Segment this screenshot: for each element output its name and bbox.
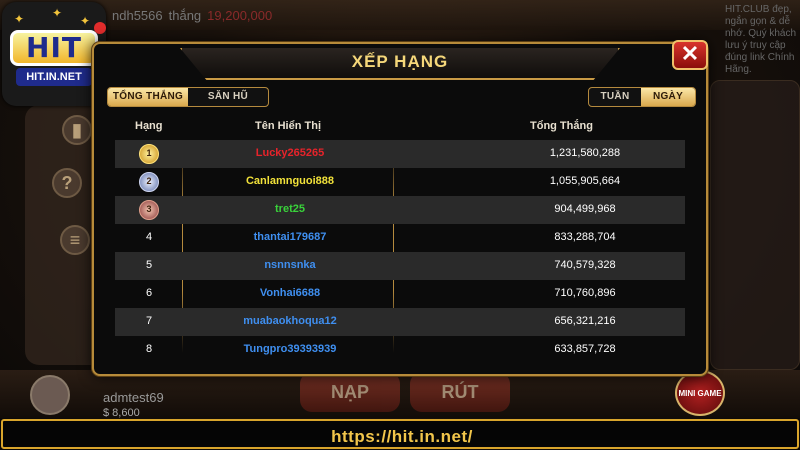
tab-week[interactable]: TUẦN: [589, 88, 641, 106]
document-icon[interactable]: ≡: [60, 225, 90, 255]
logo-domain: HIT.IN.NET: [16, 68, 92, 86]
winner-ticker: ndh5566 thắng 19,200,000: [112, 8, 272, 23]
player-name: Canlamnguoi888: [245, 175, 335, 187]
logo-word: HIT: [10, 30, 98, 66]
table-row[interactable]: 3 tret25 904,499,968: [115, 196, 685, 224]
withdraw-button[interactable]: RÚT: [410, 372, 510, 412]
table-row[interactable]: 4 thantai179687 833,288,704: [115, 224, 685, 252]
notice-text: HIT.CLUB đẹp, ngắn gọn & dễ nhớ. Quý khá…: [725, 4, 797, 75]
player-name: tret25: [275, 203, 305, 215]
player-name: Tungpro39393939: [243, 343, 337, 355]
player-name: nsnnsnka: [264, 259, 316, 271]
silver-medal-icon: 2: [139, 172, 159, 192]
tab-day[interactable]: NGÀY: [641, 88, 695, 106]
hit-logo: ✦ ✦ ✦ HIT HIT.IN.NET: [2, 2, 106, 106]
total-wins: 710,760,896: [554, 287, 616, 299]
table-row[interactable]: 6 Vonhai6688 710,760,896: [115, 280, 685, 308]
balance: $ 8,600: [103, 407, 140, 419]
rank-number: 6: [145, 287, 153, 299]
total-wins: 1,055,905,664: [549, 175, 621, 187]
total-wins: 904,499,968: [554, 203, 616, 215]
gold-medal-icon: 1: [139, 144, 159, 164]
dialog-title: XẾP HẠNG: [351, 52, 449, 71]
bronze-medal-icon: 3: [139, 200, 159, 220]
total-wins: 656,321,216: [554, 315, 616, 327]
sparkle-icon: ✦: [80, 14, 91, 28]
rank-number: 4: [145, 231, 153, 243]
total-wins: 833,288,704: [554, 231, 616, 243]
minigame-button[interactable]: MINI GAME: [675, 370, 725, 416]
sparkle-icon: ✦: [52, 6, 63, 20]
tab-total-wins[interactable]: TỔNG THẮNG: [108, 88, 188, 106]
ticker-word: thắng: [168, 8, 202, 23]
column-rank: Hạng: [135, 120, 163, 132]
help-icon[interactable]: ?: [52, 168, 82, 198]
column-total: Tổng Thắng: [530, 120, 593, 132]
column-name: Tên Hiển Thị: [255, 120, 321, 132]
url-bar: https://hit.in.net/: [1, 419, 799, 449]
category-tabs: TỔNG THẮNG SĂN HŨ: [107, 87, 269, 107]
leaderboard-table: Hạng Tên Hiển Thị Tổng Thắng 1 Lucky2652…: [115, 113, 695, 356]
rank-number: 5: [145, 259, 153, 271]
username: admtest69: [103, 390, 164, 405]
table-row[interactable]: 1 Lucky265265 1,231,580,288: [115, 140, 685, 168]
table-header: Hạng Tên Hiển Thị Tổng Thắng: [115, 113, 695, 138]
table-row[interactable]: 2 Canlamnguoi888 1,055,905,664: [115, 168, 685, 196]
sparkle-icon: ✦: [14, 12, 25, 26]
deposit-button[interactable]: NẠP: [300, 372, 400, 412]
player-name: thantai179687: [253, 231, 327, 243]
close-icon[interactable]: ✕: [672, 40, 708, 70]
table-row[interactable]: 7 muabaokhoqua12 656,321,216: [115, 308, 685, 336]
rank-number: 7: [145, 315, 153, 327]
site-url[interactable]: https://hit.in.net/: [3, 427, 800, 447]
table-row[interactable]: 8 Tungpro39393939 633,857,728: [115, 336, 685, 356]
table-row[interactable]: 5 nsnnsnka 740,579,328: [115, 252, 685, 280]
player-name: Lucky265265: [255, 147, 325, 159]
player-name: Vonhai6688: [259, 287, 321, 299]
avatar[interactable]: [30, 375, 70, 415]
chart-icon[interactable]: ▮: [62, 115, 92, 145]
total-wins: 740,579,328: [554, 259, 616, 271]
ticker-user: ndh5566: [112, 8, 163, 23]
lobby-right-panel: [710, 80, 800, 370]
rank-number: 8: [145, 343, 153, 355]
player-name: muabaokhoqua12: [243, 315, 337, 327]
period-tabs: TUẦN NGÀY: [588, 87, 696, 107]
ticker-amount: 19,200,000: [207, 8, 273, 23]
tab-jackpot-hunt[interactable]: SĂN HŨ: [188, 88, 268, 106]
total-wins: 1,231,580,288: [549, 147, 621, 159]
total-wins: 633,857,728: [554, 343, 616, 355]
